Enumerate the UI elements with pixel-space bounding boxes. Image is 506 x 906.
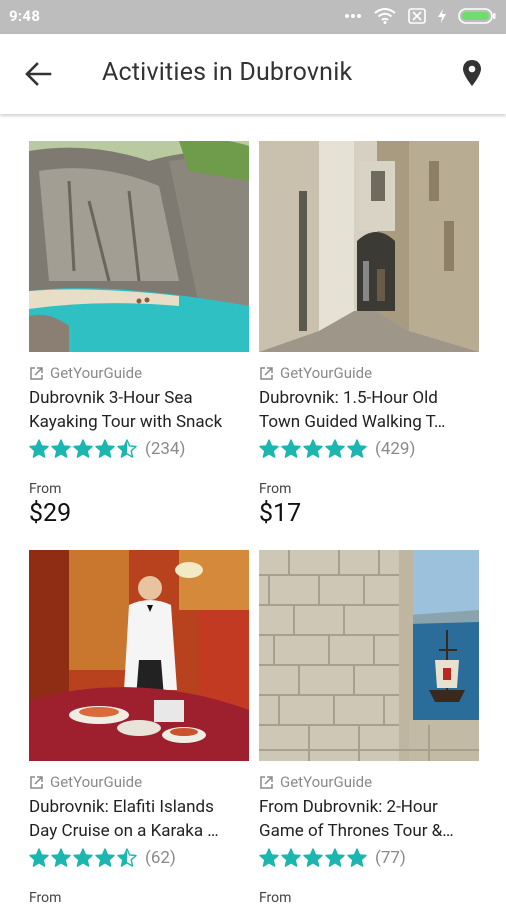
rating-row: (429) xyxy=(259,437,479,461)
star-full-icon xyxy=(95,848,115,867)
from-label: From xyxy=(259,481,292,497)
star-half-icon xyxy=(117,848,137,867)
app-bar: Activities in Dubrovnik xyxy=(0,34,506,114)
activity-title-line2: Game of Thrones Tour &… xyxy=(259,821,454,841)
wifi-icon xyxy=(374,8,396,24)
from-label: From xyxy=(29,890,62,906)
status-icons xyxy=(344,8,496,24)
activity-title: Dubrovnik: Elafiti Islands Day Cruise on… xyxy=(29,795,249,843)
star-full-icon xyxy=(303,439,323,458)
activity-title-line1: From Dubrovnik: 2-Hour xyxy=(259,797,438,817)
activity-title-line1: Dubrovnik: Elafiti Islands xyxy=(29,797,214,817)
star-full-icon xyxy=(325,848,345,867)
source-label: GetYourGuide xyxy=(50,773,143,791)
star-full-icon xyxy=(259,848,279,867)
source-row: GetYourGuide xyxy=(29,364,249,382)
star-full-icon xyxy=(259,439,279,458)
activity-title-line2: Kayaking Tour with Snack xyxy=(29,412,223,432)
star-full-icon xyxy=(73,439,93,458)
activity-image xyxy=(259,141,479,352)
activity-title-line1: Dubrovnik: 1.5-Hour Old xyxy=(259,388,438,408)
activity-card[interactable]: GetYourGuide Dubrovnik: Elafiti Islands … xyxy=(29,550,249,906)
rating-row: (234) xyxy=(29,437,249,461)
activity-title-line2: Day Cruise on a Karaka … xyxy=(29,821,219,841)
star-full-icon xyxy=(29,439,49,458)
star-full-icon xyxy=(51,848,71,867)
price: $29 xyxy=(29,499,72,528)
more-dots-icon xyxy=(345,14,361,18)
price: $17 xyxy=(259,499,302,528)
activity-title: Dubrovnik: 1.5-Hour Old Town Guided Walk… xyxy=(259,386,479,434)
star-rating xyxy=(29,439,137,459)
activity-title: Dubrovnik 3-Hour Sea Kayaking Tour with … xyxy=(29,386,249,434)
charging-icon xyxy=(438,9,446,23)
star-rating xyxy=(259,439,367,459)
activity-card[interactable]: GetYourGuide From Dubrovnik: 2-Hour Game… xyxy=(259,550,479,906)
source-label: GetYourGuide xyxy=(50,364,143,382)
activity-image xyxy=(29,141,249,352)
battery-icon xyxy=(458,8,496,24)
star-full-icon xyxy=(281,439,301,458)
review-count: (234) xyxy=(145,439,186,459)
rating-row: (77) xyxy=(259,846,479,870)
external-link-icon xyxy=(30,366,43,380)
source-row: GetYourGuide xyxy=(259,364,479,382)
sim-off-icon xyxy=(408,8,426,24)
activity-title-line1: Dubrovnik 3-Hour Sea xyxy=(29,388,193,408)
from-label: From xyxy=(29,481,62,497)
star-rating xyxy=(259,848,367,868)
rating-row: (62) xyxy=(29,846,249,870)
review-count: (429) xyxy=(375,439,416,459)
source-row: GetYourGuide xyxy=(259,773,479,791)
star-full-icon xyxy=(281,848,301,867)
status-bar: 9:48 xyxy=(0,0,506,34)
activity-grid: GetYourGuide Dubrovnik 3-Hour Sea Kayaki… xyxy=(0,114,506,906)
star-full-icon xyxy=(29,848,49,867)
review-count: (77) xyxy=(375,848,406,868)
star-full-icon xyxy=(51,439,71,458)
activity-image xyxy=(29,550,249,761)
external-link-icon xyxy=(260,366,273,380)
star-full-icon xyxy=(73,848,93,867)
source-label: GetYourGuide xyxy=(280,364,373,382)
activity-card[interactable]: GetYourGuide Dubrovnik: 1.5-Hour Old Tow… xyxy=(259,141,479,528)
map-pin-icon[interactable] xyxy=(458,58,486,88)
star-full-icon xyxy=(303,848,323,867)
source-label: GetYourGuide xyxy=(280,773,373,791)
source-row: GetYourGuide xyxy=(29,773,249,791)
star-rating xyxy=(29,848,137,868)
page-title: Activities in Dubrovnik xyxy=(102,58,353,87)
activity-title-line2: Town Guided Walking T… xyxy=(259,412,446,432)
status-time: 9:48 xyxy=(9,7,41,25)
star-full-icon xyxy=(95,439,115,458)
external-link-icon xyxy=(260,775,273,789)
activity-title: From Dubrovnik: 2-Hour Game of Thrones T… xyxy=(259,795,479,843)
star-half-icon xyxy=(117,439,137,458)
review-count: (62) xyxy=(145,848,176,868)
from-label: From xyxy=(259,890,292,906)
activity-card[interactable]: GetYourGuide Dubrovnik 3-Hour Sea Kayaki… xyxy=(29,141,249,528)
activity-image xyxy=(259,550,479,761)
star-full-icon xyxy=(347,848,367,867)
star-full-icon xyxy=(325,439,345,458)
external-link-icon xyxy=(30,775,43,789)
back-arrow-icon[interactable] xyxy=(22,58,54,90)
star-full-icon xyxy=(347,439,367,458)
